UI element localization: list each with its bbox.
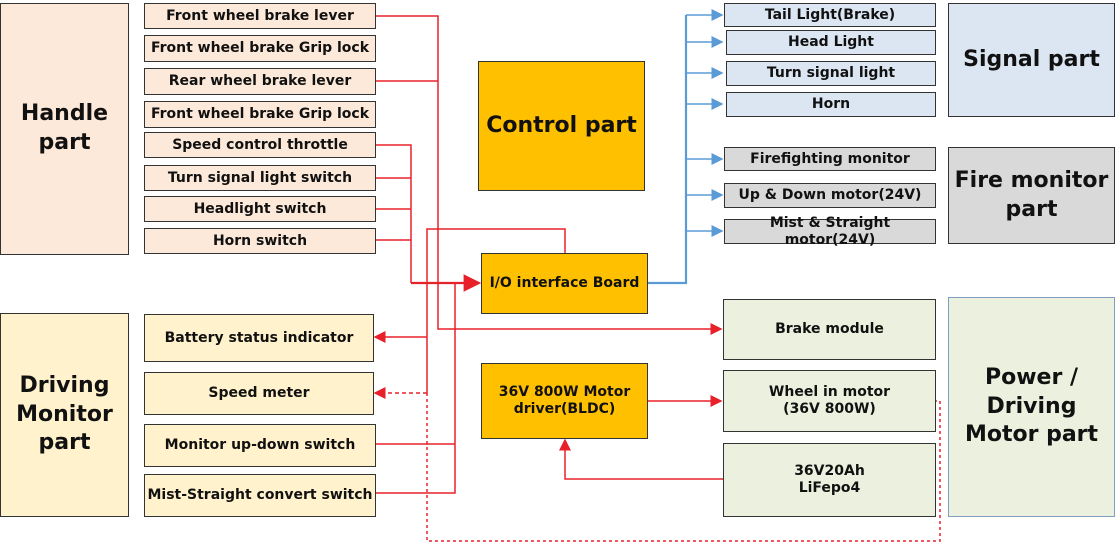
signal-item: Horn xyxy=(726,92,936,117)
fire-item: Firefighting monitor xyxy=(724,147,936,171)
driving-item: Mist-Straight convert switch xyxy=(144,474,376,517)
fire-item: Mist & Straight motor(24V) xyxy=(724,215,936,248)
handle-item: Front wheel brake Grip lock xyxy=(144,35,376,62)
brake-module: Brake module xyxy=(723,299,936,360)
control-part: Control part xyxy=(478,61,645,191)
motor-driver: 36V 800W Motor driver(BLDC) xyxy=(481,363,648,439)
io-interface-board: I/O interface Board xyxy=(481,253,648,314)
handle-item: Front wheel brake lever xyxy=(144,3,376,29)
system-block-diagram: Handle part Driving Monitor part Control… xyxy=(0,0,1116,542)
handle-item: Rear wheel brake lever xyxy=(144,68,376,95)
handle-item: Turn signal light switch xyxy=(144,165,376,191)
signal-item: Turn signal light xyxy=(726,61,936,86)
battery-wire xyxy=(559,438,723,480)
wheel-in-motor: Wheel in motor (36V 800W) xyxy=(723,370,936,432)
signal-item: Tail Light(Brake) xyxy=(724,3,936,27)
handle-item: Horn switch xyxy=(144,228,376,254)
handle-item: Front wheel brake Grip lock xyxy=(144,101,376,128)
driving-item: Speed meter xyxy=(144,372,374,415)
power-driving-motor-part: Power / Driving Motor part xyxy=(948,297,1115,517)
signal-part: Signal part xyxy=(948,3,1115,117)
fire-monitor-part: Fire monitor part xyxy=(948,147,1115,244)
driving-item: Monitor up-down switch xyxy=(144,424,376,467)
handle-part: Handle part xyxy=(0,3,129,255)
signal-item: Head Light xyxy=(726,30,936,55)
fire-item: Up & Down motor(24V) xyxy=(724,183,936,208)
driving-monitor-part: Driving Monitor part xyxy=(0,313,129,517)
handle-item: Speed control throttle xyxy=(144,132,376,158)
battery-pack: 36V20Ah LiFepo4 xyxy=(723,443,936,517)
handle-item: Headlight switch xyxy=(144,196,376,222)
driving-item: Battery status indicator xyxy=(144,314,374,362)
